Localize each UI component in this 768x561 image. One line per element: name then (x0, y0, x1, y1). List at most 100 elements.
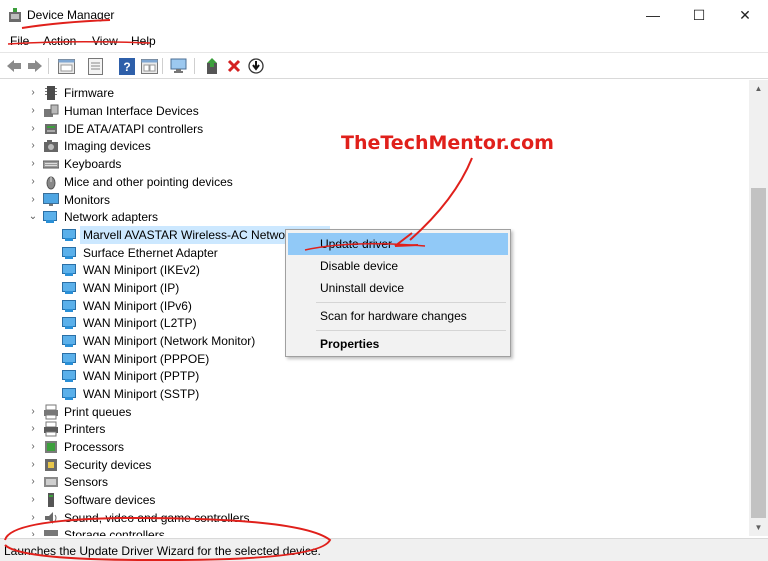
menu-action[interactable]: Action (43, 34, 76, 48)
tree-item-firmware[interactable]: › Firmware (0, 84, 749, 102)
scroll-up-icon[interactable]: ▲ (749, 80, 768, 97)
tree-item-label: Software devices (64, 493, 156, 507)
details-icon[interactable] (86, 57, 104, 75)
toolbar-separator (48, 58, 49, 74)
storage-icon (44, 530, 58, 536)
software-icon (48, 493, 54, 507)
tree-item-label: Security devices (64, 458, 152, 472)
tree-item-label: Imaging devices (64, 139, 151, 153)
menu-file[interactable]: File (10, 34, 29, 48)
scan-hardware-icon[interactable] (170, 57, 188, 75)
network-icon (62, 247, 76, 259)
back-icon[interactable] (5, 57, 23, 75)
help-icon[interactable]: ? (118, 57, 136, 75)
keyboard-icon (43, 160, 59, 169)
print-queue-icon (44, 404, 58, 420)
tree-item-label: Firmware (64, 86, 114, 100)
expand-chevron-icon[interactable]: › (28, 475, 38, 489)
scroll-down-icon[interactable]: ▼ (749, 519, 768, 536)
tree-item-label: IDE ATA/ATAPI controllers (64, 122, 204, 136)
brand-watermark: TheTechMentor.com (341, 132, 554, 154)
tree-item-label: Printers (64, 422, 106, 436)
network-icon (62, 370, 76, 382)
maximize-button[interactable]: ☐ (676, 0, 722, 30)
context-update-driver[interactable]: Update driver (288, 233, 508, 255)
expand-chevron-icon[interactable]: › (28, 440, 38, 454)
download-icon[interactable] (247, 57, 265, 75)
tree-item-label: Surface Ethernet Adapter (83, 246, 218, 260)
expand-chevron-icon[interactable]: › (28, 493, 38, 507)
expand-chevron-icon[interactable]: › (28, 422, 38, 436)
tree-item-wan-pptp[interactable]: WAN Miniport (PPTP) (0, 367, 749, 385)
context-separator (316, 330, 506, 331)
collapse-chevron-icon[interactable]: ⌄ (28, 210, 38, 224)
tree-item-monitors[interactable]: › Monitors (0, 191, 749, 209)
network-icon (62, 300, 76, 312)
network-icon (43, 211, 57, 223)
tree-item-sensors[interactable]: › Sensors (0, 473, 749, 491)
tree-item-printers[interactable]: › Printers (0, 420, 749, 438)
tree-item-label: WAN Miniport (PPPOE) (83, 352, 210, 366)
status-bar: Launches the Update Driver Wizard for th… (0, 538, 768, 561)
tree-item-processors[interactable]: › Processors (0, 438, 749, 456)
vertical-scrollbar[interactable]: ▲ ▼ (749, 80, 768, 536)
expand-chevron-icon[interactable]: › (28, 139, 38, 153)
network-icon (62, 229, 76, 241)
expand-chevron-icon[interactable]: › (28, 528, 38, 536)
network-icon (62, 335, 76, 347)
expand-chevron-icon[interactable]: › (28, 511, 38, 525)
expand-chevron-icon[interactable]: › (28, 405, 38, 419)
hid-icon (44, 104, 59, 117)
menu-view[interactable]: View (92, 34, 118, 48)
network-icon (62, 388, 76, 400)
processor-icon (45, 441, 57, 453)
context-disable-device[interactable]: Disable device (288, 255, 508, 277)
tree-item-label: Mice and other pointing devices (64, 175, 233, 189)
properties-view-icon[interactable] (57, 57, 75, 75)
tree-item-sound-video[interactable]: › Sound, video and game controllers (0, 509, 749, 527)
context-scan-hardware[interactable]: Scan for hardware changes (288, 305, 508, 327)
expand-chevron-icon[interactable]: › (28, 86, 38, 100)
network-icon (62, 264, 76, 276)
menu-help[interactable]: Help (131, 34, 156, 48)
tree-item-print-queues[interactable]: › Print queues (0, 403, 749, 421)
tree-item-security-devices[interactable]: › Security devices (0, 456, 749, 474)
tree-item-hid[interactable]: › Human Interface Devices (0, 102, 749, 120)
uninstall-icon[interactable] (225, 57, 243, 75)
tree-item-label: Network adapters (64, 210, 159, 224)
tree-item-label: WAN Miniport (Network Monitor) (83, 334, 256, 348)
expand-chevron-icon[interactable]: › (28, 157, 38, 171)
window-title: Device Manager (27, 8, 115, 22)
sensor-icon (44, 477, 58, 487)
update-driver-icon[interactable] (203, 57, 221, 75)
minimize-button[interactable]: — (630, 0, 676, 30)
tree-item-label: WAN Miniport (IKEv2) (83, 263, 200, 277)
tree-item-keyboards[interactable]: › Keyboards (0, 155, 749, 173)
expand-chevron-icon[interactable]: › (28, 104, 38, 118)
context-separator (316, 302, 506, 303)
tree-item-wan-sstp[interactable]: WAN Miniport (SSTP) (0, 385, 749, 403)
context-properties[interactable]: Properties (288, 333, 508, 355)
sound-icon (45, 512, 57, 524)
context-item-label: Properties (320, 337, 380, 351)
tree-item-label: Storage controllers (64, 528, 165, 536)
tree-item-label: Sensors (64, 475, 109, 489)
tree-item-software-devices[interactable]: › Software devices (0, 491, 749, 509)
tree-item-label: WAN Miniport (L2TP) (83, 316, 197, 330)
expand-chevron-icon[interactable]: › (28, 193, 38, 207)
tree-item-mice[interactable]: › Mice and other pointing devices (0, 173, 749, 191)
scrollbar-thumb[interactable] (751, 188, 766, 518)
close-button[interactable]: ✕ (722, 0, 768, 30)
tree-item-storage-controllers[interactable]: › Storage controllers (0, 526, 749, 536)
expand-chevron-icon[interactable]: › (28, 122, 38, 136)
context-menu: Update driver Disable device Uninstall d… (285, 229, 511, 357)
tree-item-network-adapters[interactable]: ⌄ Network adapters (0, 208, 749, 226)
forward-icon[interactable] (26, 57, 44, 75)
expand-chevron-icon[interactable]: › (28, 175, 38, 189)
toolbar-separator (162, 58, 163, 74)
svg-text:?: ? (123, 60, 130, 74)
window-icon[interactable] (140, 57, 158, 75)
context-item-label: Scan for hardware changes (320, 309, 467, 323)
expand-chevron-icon[interactable]: › (28, 458, 38, 472)
context-uninstall-device[interactable]: Uninstall device (288, 277, 508, 299)
